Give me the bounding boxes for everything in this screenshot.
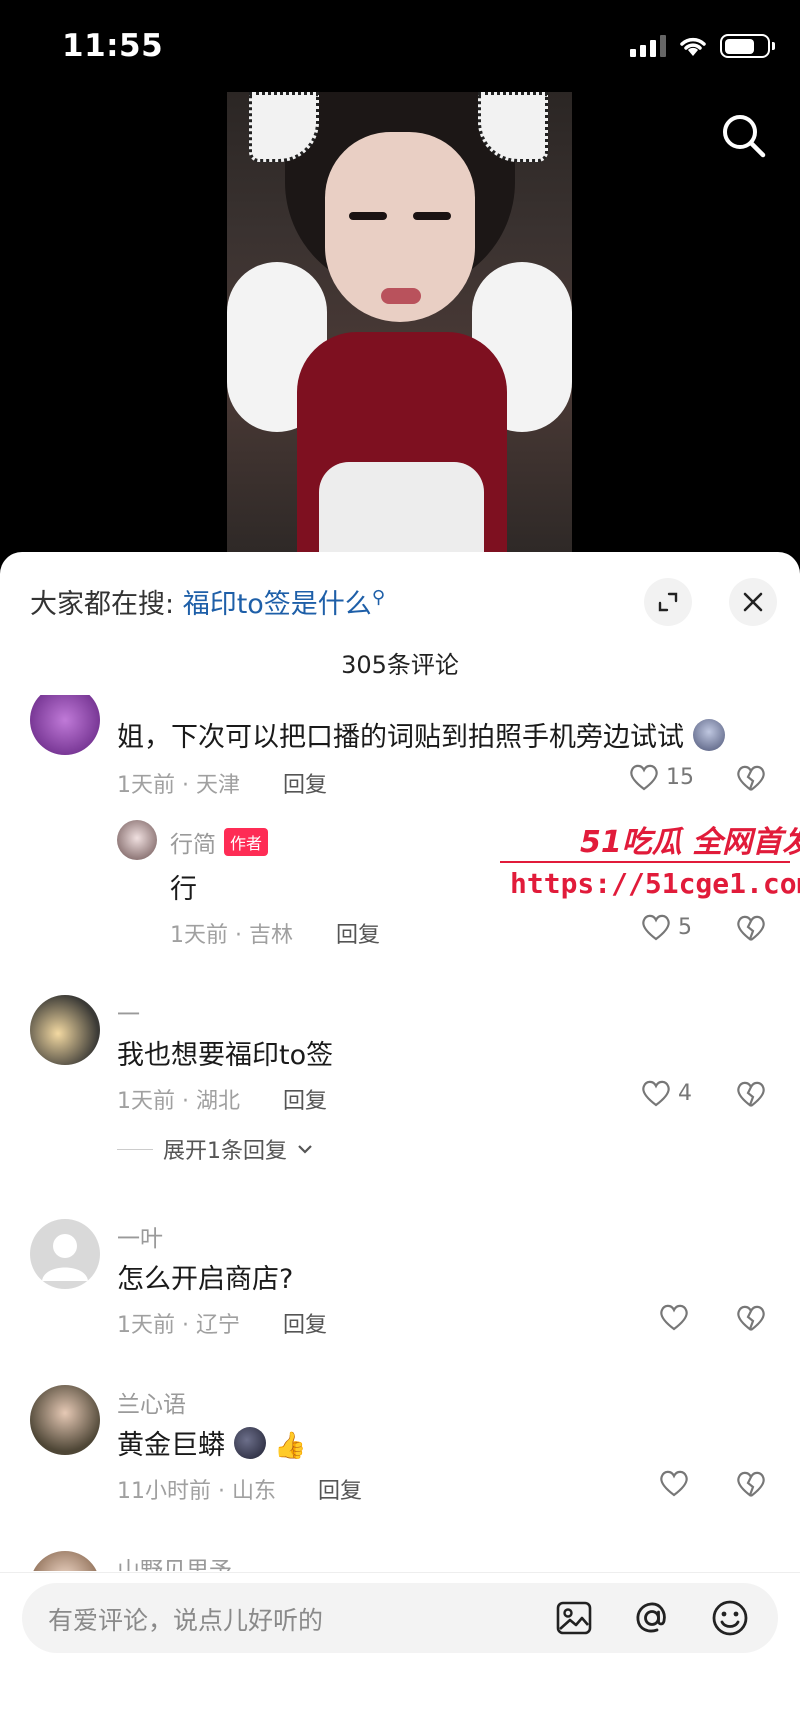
search-icon[interactable] (718, 110, 770, 162)
reply-button[interactable]: 回复 (283, 1307, 327, 1339)
comment-meta: 1天前 · 辽宁 (117, 1313, 240, 1338)
chevron-down-icon (298, 1145, 312, 1154)
status-icons (630, 34, 775, 58)
reply-avatar[interactable] (117, 820, 157, 860)
wifi-icon (680, 37, 706, 56)
comment-item: 一叶 怎么开启商店? 1天前 · 辽宁 回复 (0, 1219, 800, 1369)
sheet-header: 大家都在搜: 福印to签是什么⚲ 305条评论 (0, 552, 800, 712)
status-time: 11:55 (62, 28, 164, 64)
heart-icon (642, 914, 670, 941)
watermark-line (500, 861, 790, 863)
comment-item: 山野见里予 (0, 1551, 800, 1571)
reply-button[interactable]: 回复 (283, 767, 327, 799)
reply-meta: 1天前 · 吉林 (170, 923, 293, 948)
avatar[interactable] (30, 1219, 100, 1289)
comment-text: 怎么开启商店? (117, 1264, 294, 1295)
comment-meta: 1天前 · 湖北 (117, 1089, 240, 1114)
dark-face-emoji-icon (233, 1427, 266, 1459)
comment-count: 305条评论 (341, 651, 459, 679)
comment-input-bar: 有爱评论，说点儿好听的 (0, 1572, 800, 1731)
comment-meta: 1天前 · 天津 (117, 773, 240, 798)
comment-username[interactable]: 一叶 (117, 1219, 163, 1253)
comment-sheet: 大家都在搜: 福印to签是什么⚲ 305条评论 姐，下次可以把口播的词贴到拍照手… (0, 552, 800, 1731)
heart-icon (642, 1080, 670, 1107)
like-count: 5 (678, 914, 692, 940)
comment-text: 姐，下次可以把口播的词贴到拍照手机旁边试试 (117, 715, 725, 754)
expand-replies-label: 展开1条回复 (163, 1139, 287, 1164)
small-search-icon: ⚲ (371, 587, 385, 608)
comment-text: 黄金巨蟒 👍 (117, 1423, 307, 1462)
comment-input[interactable]: 有爱评论，说点儿好听的 (22, 1583, 778, 1653)
like-button[interactable]: 5 (640, 912, 692, 942)
hot-search-query[interactable]: 福印to签是什么 (183, 589, 372, 620)
avatar[interactable] (30, 695, 100, 755)
image-icon[interactable] (554, 1598, 594, 1638)
comment-text: 我也想要福印to签 (117, 1040, 334, 1071)
dislike-icon[interactable] (735, 763, 767, 793)
hot-search-prefix: 大家都在搜: (30, 589, 175, 620)
cellular-signal-icon (630, 35, 666, 57)
comment-item: 一 我也想要福印to签 1天前 · 湖北 回复 4 展开1条回复 (0, 995, 800, 1195)
reply-username[interactable]: 行简 作者 (170, 825, 269, 859)
reply-text: 行 (170, 874, 197, 905)
hot-search[interactable]: 大家都在搜: 福印to签是什么⚲ (30, 582, 385, 621)
watermark-url: https://51cge1.com (510, 867, 800, 900)
reply-button[interactable]: 回复 (283, 1083, 327, 1115)
reply-button[interactable]: 回复 (318, 1473, 362, 1505)
reply-button[interactable]: 回复 (336, 917, 380, 949)
video-frame[interactable] (227, 92, 572, 562)
default-avatar-icon (42, 1234, 88, 1281)
comment-username[interactable]: 兰心语 (117, 1385, 186, 1419)
close-button[interactable] (729, 578, 777, 626)
watermark: 51吃瓜 全网首发 https://51cge1.com (500, 817, 800, 907)
battery-icon (720, 34, 775, 58)
comment-username[interactable]: 一 (117, 995, 140, 1029)
input-placeholder: 有爱评论，说点儿好听的 (48, 1606, 324, 1635)
comment-item: 兰心语 黄金巨蟒 👍 11小时前 · 山东 回复 (0, 1385, 800, 1535)
expand-button[interactable] (644, 578, 692, 626)
avatar[interactable] (30, 1385, 100, 1455)
like-button[interactable]: 15 (628, 762, 694, 792)
cat-emoji-icon (692, 719, 725, 751)
dislike-icon[interactable] (735, 1303, 767, 1333)
expand-replies-button[interactable]: 展开1条回复 (117, 1133, 313, 1165)
heart-icon (630, 764, 658, 791)
mention-icon[interactable] (632, 1598, 672, 1638)
like-count: 4 (678, 1080, 692, 1106)
dislike-icon[interactable] (735, 1469, 767, 1499)
comment-meta: 11小时前 · 山东 (117, 1479, 276, 1504)
expand-icon (658, 592, 678, 612)
avatar[interactable] (30, 1551, 100, 1571)
author-badge: 作者 (224, 828, 269, 856)
like-button[interactable] (658, 1468, 690, 1498)
video-area[interactable] (0, 92, 800, 562)
dislike-icon[interactable] (735, 913, 767, 943)
like-button[interactable]: 4 (640, 1078, 692, 1108)
like-count: 15 (666, 764, 694, 790)
comment-username[interactable]: 山野见里予 (117, 1551, 232, 1571)
avatar[interactable] (30, 995, 100, 1065)
like-button[interactable] (658, 1302, 690, 1332)
thumbs-up-emoji-icon: 👍 (274, 1431, 307, 1461)
close-icon (743, 592, 763, 612)
emoji-icon[interactable] (710, 1598, 750, 1638)
dislike-icon[interactable] (735, 1079, 767, 1109)
watermark-brand: 51吃瓜 全网首发 (580, 825, 800, 860)
status-bar: 11:55 (0, 0, 800, 92)
